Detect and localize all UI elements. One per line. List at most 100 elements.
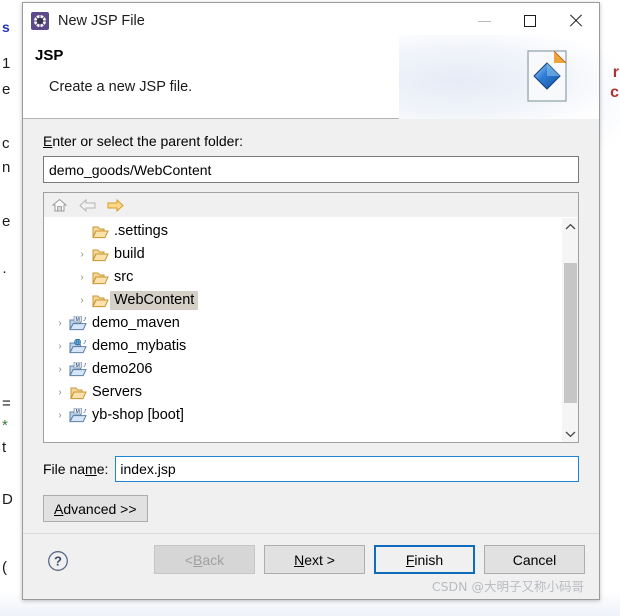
backdrop-glyph: ( (2, 559, 7, 576)
tree-item-settings[interactable]: .settings (44, 220, 561, 243)
button-label: Cancel (512, 551, 557, 568)
file-name-label: File name: (43, 461, 108, 477)
dialog-titlebar: New JSP File (23, 3, 599, 39)
tree-item-label: Servers (92, 384, 142, 400)
tree-item-label: build (114, 246, 145, 262)
button-label: inish (414, 551, 444, 568)
backdrop-glyph: r (612, 64, 619, 81)
minimize-icon[interactable] (461, 3, 507, 39)
backdrop-glyph: 1 (2, 55, 11, 72)
expand-arrow-icon[interactable]: › (52, 410, 68, 421)
file-name-input[interactable]: index.jsp (115, 456, 579, 482)
svg-text:J: J (83, 317, 86, 323)
parent-folder-value: demo_goods/WebContent (49, 161, 212, 178)
tree-item-yb-shop-boot[interactable]: › M Jyb-shop [boot] (44, 404, 561, 427)
maven-project-icon: MJ (68, 408, 88, 423)
tree-item-label: yb-shop [boot] (92, 407, 184, 423)
button-label: ext > (304, 551, 335, 568)
home-icon[interactable] (50, 197, 68, 213)
backdrop-glyph: e (2, 213, 11, 230)
maximize-icon[interactable] (507, 3, 553, 39)
forward-arrow-icon[interactable] (106, 197, 124, 213)
parent-folder-label: Enter or select the parent folder: (43, 133, 579, 149)
advanced-button[interactable]: Advanced >> (43, 495, 148, 522)
svg-text:M: M (76, 317, 80, 323)
tree-item-demo-mybatis[interactable]: › Jdemo_mybatis (44, 335, 561, 358)
back-arrow-icon[interactable] (78, 197, 96, 213)
watermark: CSDN @大明子又称小码哥 (431, 579, 584, 594)
tree-toolbar (44, 193, 578, 218)
dialog-title: New JSP File (58, 13, 145, 29)
back-button: < Back (154, 545, 255, 574)
folder-open-icon (68, 386, 88, 400)
expand-arrow-icon[interactable]: › (52, 318, 68, 329)
folder-tree[interactable]: .settings › build › src › WebContent › M Jdemo_ma… (44, 218, 561, 442)
advanced-row: Advanced >> (43, 495, 579, 522)
wizard-banner: JSP Create a new JSP file. (23, 35, 599, 119)
close-icon[interactable] (553, 3, 599, 39)
file-name-label-b: e: (96, 461, 109, 477)
tree-item-src[interactable]: › src (44, 266, 561, 289)
finish-button[interactable]: Finish (374, 545, 475, 574)
backdrop-glyph: c (2, 135, 10, 152)
svg-text:?: ? (54, 554, 62, 569)
folder-open-icon (90, 294, 110, 308)
tree-item-label: demo_mybatis (92, 338, 187, 354)
parent-folder-label-text: nter or select the parent folder: (52, 133, 244, 149)
scrollbar-track[interactable] (562, 235, 578, 425)
folder-tree-panel: .settings › build › src › WebContent › M Jdemo_ma… (43, 192, 579, 443)
tree-item-label: WebContent (110, 291, 199, 310)
tree-item-label: demo206 (92, 361, 153, 377)
folder-open-icon (90, 271, 110, 285)
backdrop-glyph: D (2, 491, 13, 508)
button-key: N (294, 551, 305, 568)
folder-open-icon (90, 225, 110, 239)
expand-arrow-icon[interactable]: › (52, 387, 68, 398)
dialog-footer: ? < Back Next > Finish Cancel CSDN @大明子又称小码… (23, 533, 599, 599)
button-label: ack (202, 551, 225, 568)
advanced-button-key: A (54, 500, 64, 517)
tree-item-build[interactable]: › build (44, 243, 561, 266)
backdrop-glyph: n (2, 159, 11, 176)
expand-arrow-icon[interactable]: › (74, 295, 90, 306)
parent-folder-input[interactable]: demo_goods/WebContent (43, 156, 579, 183)
file-name-value: index.jsp (120, 461, 176, 477)
tree-item-demo206[interactable]: › M Jdemo206 (44, 358, 561, 381)
next-button[interactable]: Next > (264, 545, 365, 574)
scrollbar-thumb[interactable] (564, 263, 577, 403)
expand-arrow-icon[interactable]: › (52, 341, 68, 352)
button-prefix: < (184, 551, 194, 568)
expand-arrow-icon[interactable]: › (74, 249, 90, 260)
svg-text:M: M (76, 363, 80, 369)
svg-text:J: J (83, 340, 86, 346)
chevron-down-icon[interactable] (562, 425, 578, 442)
svg-text:M: M (76, 409, 80, 415)
tree-item-webcontent[interactable]: › WebContent (44, 289, 561, 312)
cancel-button[interactable]: Cancel (484, 545, 585, 574)
folder-open-icon (90, 248, 110, 262)
parent-folder-label-key: E (43, 133, 53, 149)
advanced-button-label: dvanced >> (63, 500, 137, 517)
backdrop-glyph: · (2, 263, 7, 280)
jsp-file-wizard-icon (525, 47, 573, 105)
tree-item-demo-maven[interactable]: › M Jdemo_maven (44, 312, 561, 335)
maven-project-icon: MJ (68, 316, 88, 331)
chevron-up-icon[interactable] (562, 218, 578, 235)
tree-item-servers[interactable]: › Servers (44, 381, 561, 404)
button-key: F (405, 551, 415, 568)
web-project-icon: J (68, 339, 88, 354)
tree-item-label: .settings (114, 223, 168, 239)
file-name-label-key: m (85, 461, 97, 477)
tree-scrollbar[interactable] (561, 218, 578, 442)
backdrop-glyph: = (2, 395, 11, 412)
svg-text:J: J (83, 409, 86, 415)
wizard-buttons: < Back Next > Finish Cancel (154, 545, 585, 574)
backdrop-glyph: t (2, 439, 7, 456)
new-jsp-file-dialog: New JSP File JSP Create a new JSP file. (22, 2, 600, 600)
expand-arrow-icon[interactable]: › (74, 272, 90, 283)
expand-arrow-icon[interactable]: › (52, 364, 68, 375)
help-icon[interactable]: ? (47, 550, 69, 572)
dialog-body: Enter or select the parent folder: demo_… (23, 119, 599, 533)
file-name-label-a: File na (43, 461, 86, 477)
window-controls (461, 3, 599, 39)
